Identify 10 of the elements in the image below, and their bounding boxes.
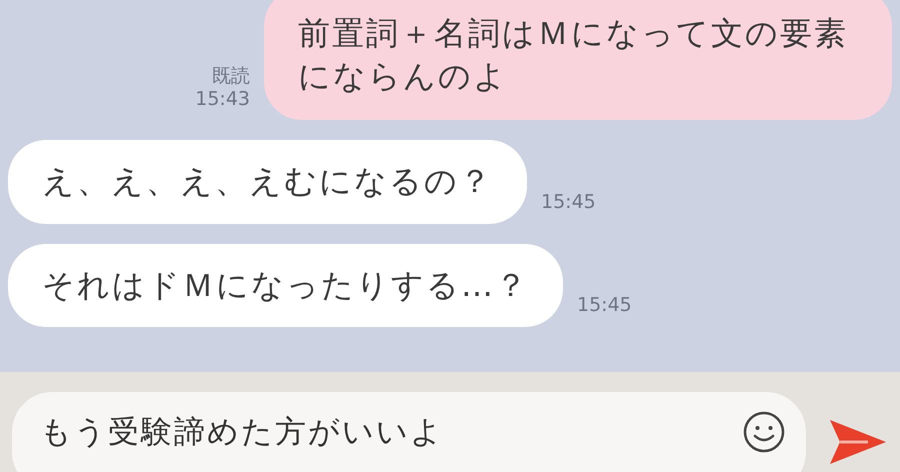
message-time: 15:45 [541,190,596,214]
received-message: え、え、え、えむになるの？ [8,140,527,224]
message-time: 15:45 [577,294,632,317]
read-receipt: 既読 [212,64,250,88]
received-message: それはドＭになったりする…？ [8,244,563,327]
message-field[interactable]: もう受験諦めた方がいいよ [12,392,806,472]
send-icon[interactable] [828,418,888,466]
message-time: 15:43 [195,88,250,110]
sent-message: 前置詞＋名詞はＭになって文の要素にならんのよ [264,0,892,120]
emoji-icon[interactable] [742,410,786,454]
